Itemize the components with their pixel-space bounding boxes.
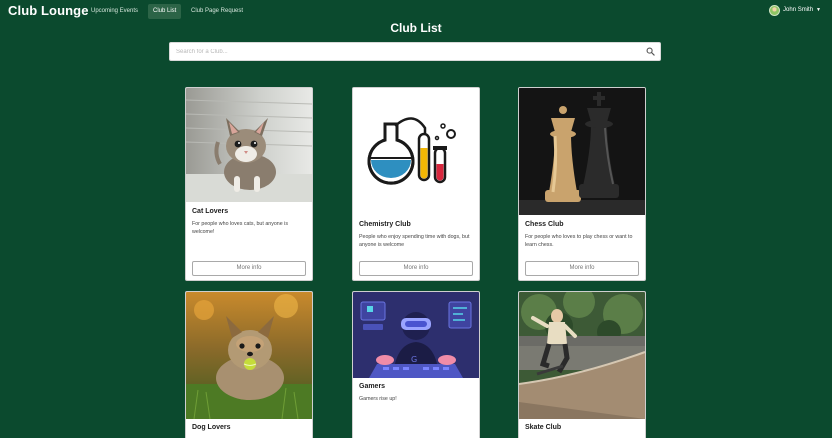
more-info-button[interactable]: More info — [359, 261, 473, 276]
brand-logo[interactable]: Club Lounge — [8, 3, 89, 18]
search-icon[interactable] — [646, 47, 655, 56]
kitten-photo — [186, 88, 312, 202]
search-input[interactable] — [176, 43, 636, 60]
club-description: Gamers rise up! — [359, 396, 397, 402]
nav-upcoming-events[interactable]: Upcoming Events — [86, 4, 143, 19]
navbar: Club Lounge Upcoming Events Club List Cl… — [0, 0, 832, 22]
club-card-chess-club: Chess Club For people who loves to play … — [518, 87, 646, 281]
club-card-gamers: G Gamers Gamers rise up! — [352, 291, 480, 438]
more-info-button[interactable]: More info — [192, 261, 306, 276]
club-card-dog-lovers: Dog Lovers — [185, 291, 313, 438]
more-info-button[interactable]: More info — [525, 261, 639, 276]
club-title: Cat Lovers — [192, 208, 229, 215]
club-title: Chemistry Club — [359, 221, 411, 228]
chevron-down-icon: ▼ — [816, 7, 821, 13]
yorkie-dog-photo — [186, 292, 312, 419]
club-description: For people who loves to play chess or wa… — [525, 234, 633, 248]
avatar — [769, 4, 781, 16]
search-bar — [169, 42, 661, 61]
club-title: Gamers — [359, 383, 386, 390]
club-title: Dog Lovers — [192, 424, 231, 431]
gamer-vr-illustration: G — [353, 292, 479, 378]
club-card-cat-lovers: Cat Lovers For people who loves cats, bu… — [185, 87, 313, 281]
chemistry-flasks-illustration — [353, 88, 479, 215]
page-title: Club List — [390, 21, 442, 35]
user-menu[interactable]: John Smith ▼ — [769, 4, 821, 16]
user-name: John Smith — [783, 7, 814, 13]
nav-club-page-request[interactable]: Club Page Request — [186, 4, 248, 19]
skateboarder-photo — [519, 292, 645, 419]
club-description: People who enjoy spending time with dogs… — [359, 234, 470, 248]
club-card-chemistry-club: Chemistry Club People who enjoy spending… — [352, 87, 480, 281]
club-title: Skate Club — [525, 424, 562, 431]
club-description: For people who loves cats, but anyone is… — [192, 221, 288, 235]
nav-club-list[interactable]: Club List — [148, 4, 182, 19]
svg-text:G: G — [411, 355, 417, 364]
club-card-skate-club: Skate Club — [518, 291, 646, 438]
club-title: Chess Club — [525, 221, 564, 228]
chess-pieces-photo — [519, 88, 645, 215]
